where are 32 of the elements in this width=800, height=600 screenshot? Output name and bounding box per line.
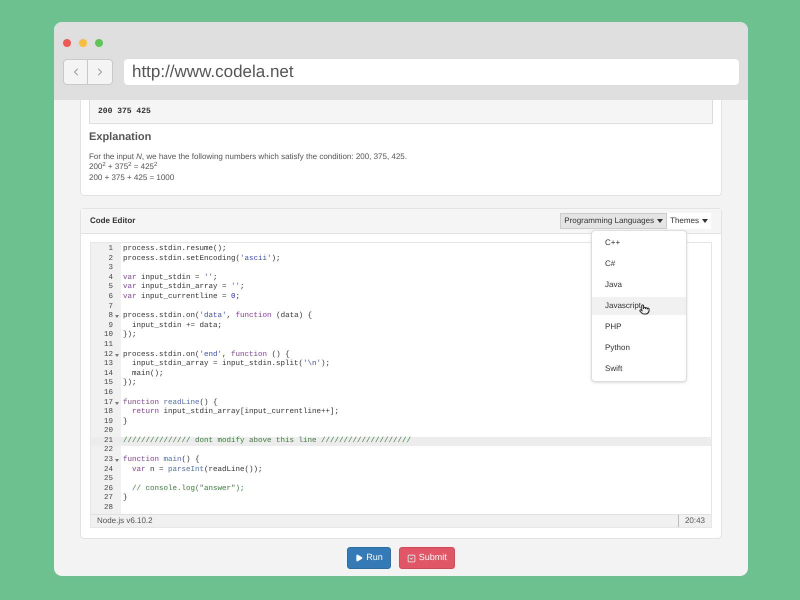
fold-icon[interactable] [115, 402, 119, 405]
dropdown-toggle[interactable]: Programming Languages [560, 213, 668, 229]
menu-item[interactable]: Swift [592, 360, 686, 378]
cursor-position: 20:43 [678, 515, 711, 527]
fold-icon[interactable] [115, 459, 119, 462]
play-icon [355, 554, 364, 562]
forward-button[interactable] [88, 59, 113, 85]
pointer-hand-icon [639, 304, 650, 314]
url-text: http://www.codela.net [132, 61, 294, 84]
menu-item[interactable]: PHP [592, 318, 686, 336]
run-button[interactable]: Run [347, 547, 391, 569]
fold-icon[interactable] [115, 315, 119, 318]
runtime-version: Node.js v6.10.2 [96, 515, 153, 527]
menu-item[interactable]: Javascript [592, 297, 686, 315]
explanation-text: For the input N, we have the following numbers which satisfy the condition: 200, 375, 425. [89, 152, 408, 162]
menu-item[interactable]: Python [592, 339, 686, 357]
sample-output: 200 375 425 [98, 106, 151, 118]
menu-item[interactable]: C# [592, 255, 686, 273]
panel-title: Code Editor [90, 215, 136, 227]
fold-icon[interactable] [115, 354, 119, 357]
menu-item[interactable]: Java [592, 276, 686, 294]
caret-icon [702, 219, 708, 223]
explanation-heading: Explanation [89, 130, 152, 145]
explanation-text: 200 + 375 + 425 = 1000 [89, 172, 176, 183]
dropdown-toggle[interactable]: Themes [667, 213, 711, 229]
address-bar[interactable]: http://www.codela.net [124, 59, 739, 85]
explanation-text: 200$^{2}$ + 375$^{2}$ = 425$^{2}$ [89, 162, 158, 172]
check-square-icon [406, 554, 416, 562]
back-button[interactable] [63, 59, 88, 85]
menu-item[interactable]: C++ [592, 234, 686, 252]
caret-icon [657, 219, 664, 223]
submit-button[interactable]: Submit [398, 547, 455, 569]
